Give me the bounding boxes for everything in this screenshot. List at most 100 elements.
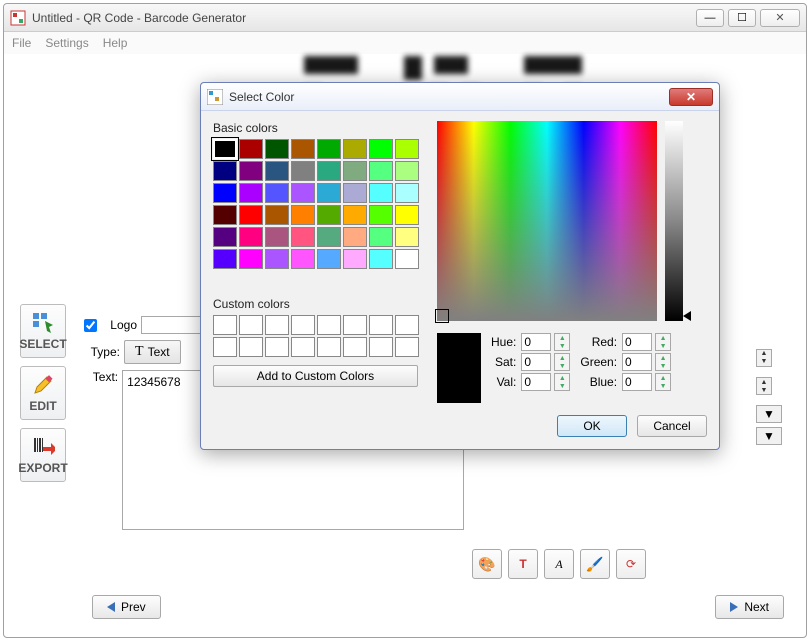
basic-swatch[interactable] (291, 249, 315, 269)
combo-arrow-1[interactable]: ▼ (756, 405, 782, 423)
logo-checkbox[interactable] (84, 319, 97, 332)
font-icon[interactable]: A (544, 549, 574, 579)
custom-swatch[interactable] (317, 315, 341, 335)
basic-swatch[interactable] (265, 249, 289, 269)
basic-swatch[interactable] (343, 161, 367, 181)
basic-swatch[interactable] (239, 227, 263, 247)
basic-swatch[interactable] (369, 227, 393, 247)
menu-help[interactable]: Help (103, 36, 128, 50)
basic-swatch[interactable] (239, 161, 263, 181)
hue-sat-gradient[interactable] (437, 121, 657, 321)
prev-button[interactable]: Prev (92, 595, 161, 619)
palette-icon[interactable]: 🎨 (472, 549, 502, 579)
tab-export[interactable]: EXPORT (20, 428, 66, 482)
basic-swatch[interactable] (239, 249, 263, 269)
hue-spinner[interactable]: ▲▼ (554, 333, 570, 351)
basic-swatch[interactable] (213, 249, 237, 269)
basic-swatch[interactable] (291, 139, 315, 159)
basic-swatch[interactable] (317, 227, 341, 247)
refresh-icon[interactable]: ⟳ (616, 549, 646, 579)
basic-swatch[interactable] (395, 161, 419, 181)
custom-swatch[interactable] (317, 337, 341, 357)
blue-input[interactable] (622, 373, 652, 391)
logo-input[interactable] (141, 316, 201, 334)
basic-swatch[interactable] (213, 139, 237, 159)
basic-swatch[interactable] (265, 227, 289, 247)
basic-swatch[interactable] (317, 161, 341, 181)
basic-swatch[interactable] (395, 249, 419, 269)
red-input[interactable] (622, 333, 652, 351)
cancel-button[interactable]: Cancel (637, 415, 707, 437)
custom-swatch[interactable] (343, 315, 367, 335)
custom-swatch[interactable] (265, 315, 289, 335)
blue-spinner[interactable]: ▲▼ (655, 373, 671, 391)
basic-swatch[interactable] (343, 205, 367, 225)
green-input[interactable] (622, 353, 652, 371)
basic-swatch[interactable] (213, 227, 237, 247)
maximize-button[interactable]: ☐ (728, 9, 756, 27)
menu-file[interactable]: File (12, 36, 31, 50)
basic-swatch[interactable] (291, 183, 315, 203)
tab-select[interactable]: SELECT (20, 304, 66, 358)
custom-swatch[interactable] (369, 337, 393, 357)
val-input[interactable] (521, 373, 551, 391)
spinner-1[interactable]: ▲▼ (756, 349, 772, 367)
basic-swatch[interactable] (239, 183, 263, 203)
menu-settings[interactable]: Settings (45, 36, 88, 50)
custom-swatch[interactable] (239, 315, 263, 335)
ok-button[interactable]: OK (557, 415, 627, 437)
basic-swatch[interactable] (317, 205, 341, 225)
basic-swatch[interactable] (343, 139, 367, 159)
spinner-2[interactable]: ▲▼ (756, 377, 772, 395)
basic-swatch[interactable] (395, 227, 419, 247)
val-spinner[interactable]: ▲▼ (554, 373, 570, 391)
next-button[interactable]: Next (715, 595, 784, 619)
basic-swatch[interactable] (291, 227, 315, 247)
custom-swatch[interactable] (395, 315, 419, 335)
basic-swatch[interactable] (213, 161, 237, 181)
custom-swatch[interactable] (343, 337, 367, 357)
combo-arrow-2[interactable]: ▼ (756, 427, 782, 445)
basic-swatch[interactable] (369, 205, 393, 225)
basic-swatch[interactable] (213, 205, 237, 225)
type-button[interactable]: T Text (124, 340, 181, 364)
custom-swatch[interactable] (213, 315, 237, 335)
basic-swatch[interactable] (395, 205, 419, 225)
add-custom-colors-button[interactable]: Add to Custom Colors (213, 365, 418, 387)
sat-spinner[interactable]: ▲▼ (554, 353, 570, 371)
basic-swatch[interactable] (265, 161, 289, 181)
basic-swatch[interactable] (369, 249, 393, 269)
basic-swatch[interactable] (395, 139, 419, 159)
fill-icon[interactable]: 🖌️ (580, 549, 610, 579)
basic-swatch[interactable] (369, 139, 393, 159)
custom-swatch[interactable] (291, 315, 315, 335)
basic-swatch[interactable] (213, 183, 237, 203)
basic-swatch[interactable] (395, 183, 419, 203)
dialog-close-button[interactable]: ✕ (669, 88, 713, 106)
custom-swatch[interactable] (395, 337, 419, 357)
basic-swatch[interactable] (317, 139, 341, 159)
sat-input[interactable] (521, 353, 551, 371)
value-strip[interactable] (665, 121, 683, 321)
basic-swatch[interactable] (265, 139, 289, 159)
basic-swatch[interactable] (291, 161, 315, 181)
basic-swatch[interactable] (343, 227, 367, 247)
basic-swatch[interactable] (265, 183, 289, 203)
hue-input[interactable] (521, 333, 551, 351)
tab-edit[interactable]: EDIT (20, 366, 66, 420)
text-style-icon[interactable]: T (508, 549, 538, 579)
green-spinner[interactable]: ▲▼ (655, 353, 671, 371)
custom-swatch[interactable] (291, 337, 315, 357)
basic-swatch[interactable] (265, 205, 289, 225)
basic-swatch[interactable] (317, 249, 341, 269)
basic-swatch[interactable] (369, 183, 393, 203)
basic-swatch[interactable] (343, 249, 367, 269)
custom-swatch[interactable] (369, 315, 393, 335)
custom-swatch[interactable] (239, 337, 263, 357)
close-button[interactable]: ✕ (760, 9, 800, 27)
red-spinner[interactable]: ▲▼ (655, 333, 671, 351)
basic-swatch[interactable] (369, 161, 393, 181)
basic-swatch[interactable] (239, 205, 263, 225)
basic-swatch[interactable] (317, 183, 341, 203)
custom-swatch[interactable] (265, 337, 289, 357)
